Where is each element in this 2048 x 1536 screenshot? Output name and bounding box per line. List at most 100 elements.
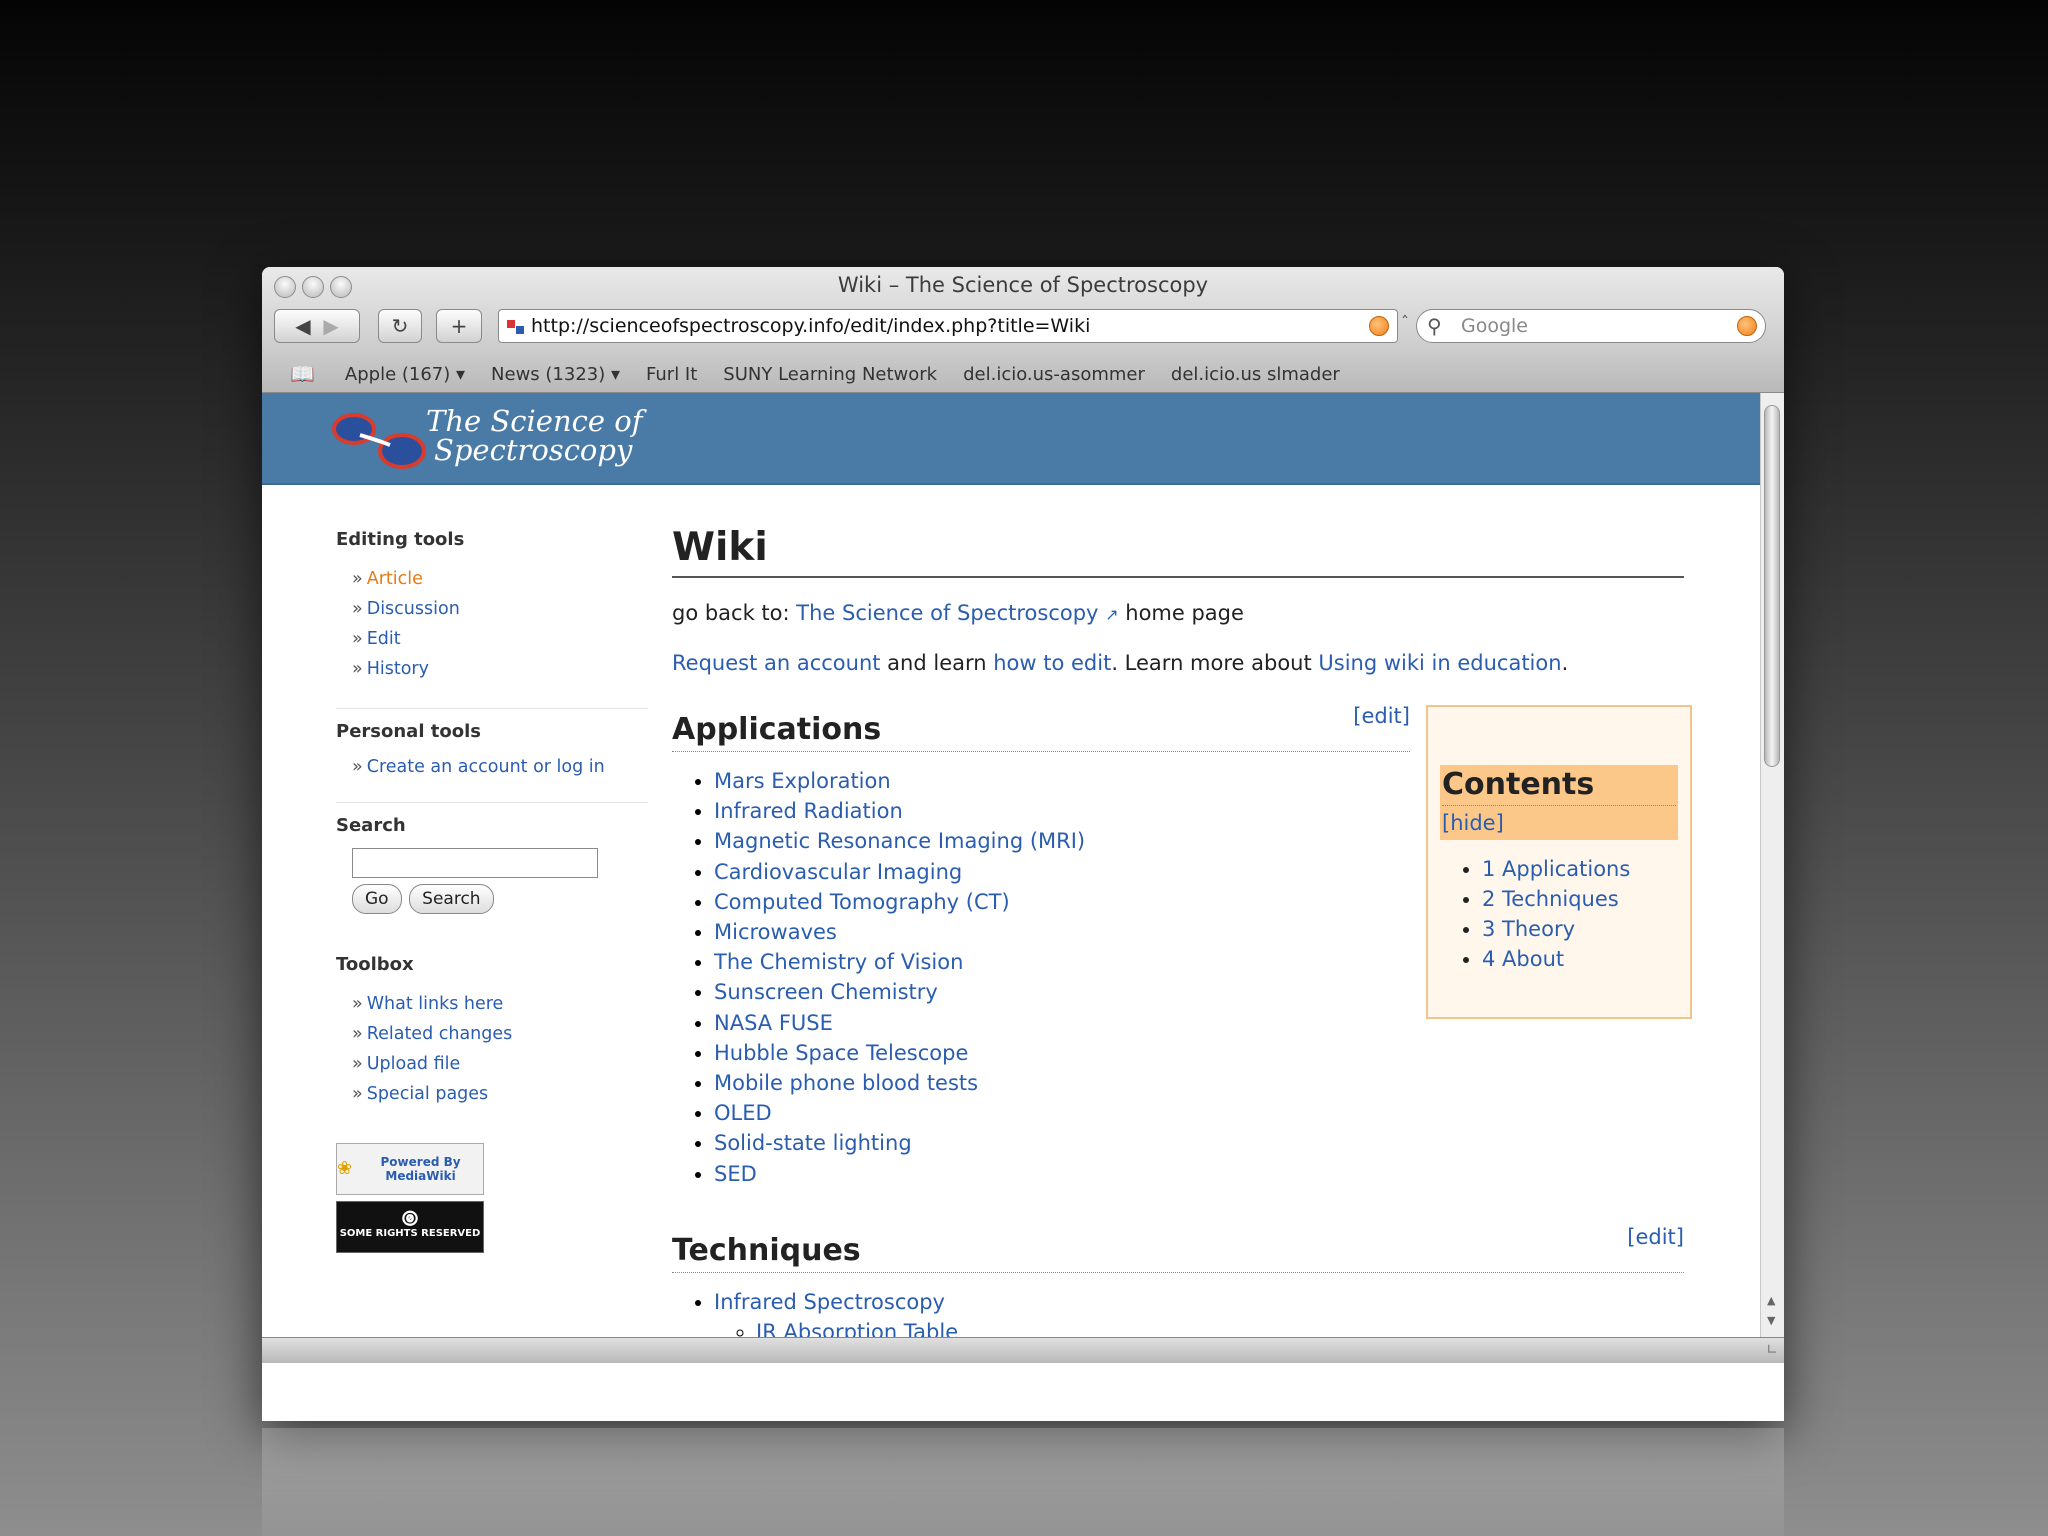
application-link[interactable]: Sunscreen Chemistry: [714, 980, 938, 1004]
search-field[interactable]: ⚲ Google: [1416, 309, 1766, 343]
application-link[interactable]: Mars Exploration: [714, 769, 891, 793]
bookmark-item[interactable]: News (1323) ▾: [491, 364, 620, 385]
section-title: Techniques: [672, 1232, 861, 1268]
edit-section-link[interactable]: [edit]: [1353, 704, 1410, 728]
url-text[interactable]: http://scienceofspectroscopy.info/edit/i…: [531, 315, 1090, 337]
application-link[interactable]: NASA FUSE: [714, 1011, 833, 1035]
scrollbar-thumb[interactable]: [1764, 405, 1780, 767]
sidebar-link[interactable]: Discussion: [367, 599, 460, 619]
bookmark-item[interactable]: del.icio.us slmader: [1171, 364, 1340, 385]
site-banner: The Science of Spectroscopy: [262, 393, 1760, 485]
toc-link[interactable]: 1 Applications: [1482, 857, 1630, 881]
sidebar-link[interactable]: Upload file: [367, 1054, 461, 1074]
go-button[interactable]: Go: [352, 884, 402, 914]
list-item[interactable]: IR Absorption Table: [756, 1317, 1684, 1337]
home-link[interactable]: The Science of Spectroscopy: [796, 601, 1098, 625]
application-link[interactable]: The Chemistry of Vision: [714, 950, 963, 974]
sidebar-item-discussion[interactable]: » Discussion: [352, 594, 648, 624]
list-item[interactable]: Infrared Spectroscopy IR Absorption Tabl…: [714, 1287, 1684, 1337]
scroll-up-arrow-icon[interactable]: ▲: [1767, 1294, 1775, 1307]
address-bar[interactable]: http://scienceofspectroscopy.info/edit/i…: [498, 309, 1398, 343]
application-link[interactable]: Magnetic Resonance Imaging (MRI): [714, 829, 1085, 853]
how-to-edit-link[interactable]: how to edit: [993, 651, 1111, 675]
sidebar-search-input[interactable]: [352, 848, 598, 878]
request-account-link[interactable]: Request an account: [672, 651, 881, 675]
bookmark-item[interactable]: del.icio.us-asommer: [963, 364, 1145, 385]
list-item[interactable]: Mobile phone blood tests: [714, 1068, 1684, 1098]
list-item[interactable]: SED: [714, 1159, 1684, 1189]
search-snapback-icon[interactable]: [1737, 316, 1757, 336]
technique-link[interactable]: IR Absorption Table: [756, 1320, 958, 1337]
sidebar-item-article[interactable]: » Article: [352, 564, 648, 594]
sidebar-item-upload-file[interactable]: » Upload file: [352, 1049, 648, 1079]
window-title: Wiki – The Science of Spectroscopy: [837, 273, 1209, 297]
window-reflection: [262, 1428, 1784, 1536]
plus-icon: +: [450, 314, 468, 338]
list-item[interactable]: Hubble Space Telescope: [714, 1038, 1684, 1068]
toc-item[interactable]: 1 Applications: [1482, 854, 1678, 884]
sidebar-item-edit[interactable]: » Edit: [352, 624, 648, 654]
application-link[interactable]: OLED: [714, 1101, 772, 1125]
go-back-prefix: go back to:: [672, 601, 797, 625]
toc-hide-line: [hide]: [1442, 806, 1676, 840]
forward-arrow-icon[interactable]: ▶: [323, 314, 338, 338]
bookmark-item[interactable]: Furl It: [646, 364, 697, 385]
reload-button[interactable]: ↻: [378, 309, 422, 343]
techniques-sublist: IR Absorption Table: [714, 1317, 1684, 1337]
application-link[interactable]: SED: [714, 1162, 757, 1186]
edit-section-link[interactable]: [edit]: [1627, 1225, 1684, 1249]
list-item[interactable]: Solid-state lighting: [714, 1128, 1684, 1158]
list-item[interactable]: OLED: [714, 1098, 1684, 1128]
toc-link[interactable]: 4 About: [1482, 947, 1564, 971]
toc-item[interactable]: 2 Techniques: [1482, 884, 1678, 914]
toc-link[interactable]: 3 Theory: [1482, 917, 1575, 941]
sidebar-link[interactable]: Edit: [367, 629, 401, 649]
bookmark-item[interactable]: SUNY Learning Network: [723, 364, 937, 385]
resize-grip-icon[interactable]: ∟: [1766, 1342, 1778, 1358]
sidebar-link[interactable]: What links here: [367, 994, 504, 1014]
sidebar-item-login[interactable]: » Create an account or log in: [352, 756, 608, 778]
sidebar-link[interactable]: Create an account or log in: [367, 757, 605, 777]
back-arrow-icon[interactable]: ◀: [295, 314, 310, 338]
sidebar-item-what-links-here[interactable]: » What links here: [352, 989, 648, 1019]
creative-commons-badge[interactable]: 🄍 SOME RIGHTS RESERVED: [336, 1201, 484, 1253]
vertical-scrollbar[interactable]: ▲ ▼: [1760, 393, 1784, 1337]
sidebar-item-history[interactable]: » History: [352, 654, 648, 684]
status-bar: ∟: [262, 1337, 1784, 1363]
search-button[interactable]: Search: [409, 884, 494, 914]
toc-link[interactable]: 2 Techniques: [1482, 887, 1619, 911]
sidebar-link[interactable]: Related changes: [367, 1024, 513, 1044]
sidebar-link[interactable]: Article: [367, 569, 423, 589]
site-logo-text[interactable]: The Science of Spectroscopy: [426, 407, 642, 465]
bookmarks-book-icon[interactable]: 📖: [290, 362, 315, 386]
rss-icon[interactable]: [1369, 316, 1389, 336]
powered-by-mediawiki-badge[interactable]: ❀ Powered By MediaWiki: [336, 1143, 484, 1195]
site-logo-icon[interactable]: [330, 405, 430, 475]
toc-item[interactable]: 3 Theory: [1482, 914, 1678, 944]
sidebar-item-special-pages[interactable]: » Special pages: [352, 1079, 648, 1109]
wiki-education-link[interactable]: Using wiki in education: [1318, 651, 1561, 675]
application-link[interactable]: Microwaves: [714, 920, 837, 944]
application-link[interactable]: Solid-state lighting: [714, 1131, 912, 1155]
toc-item[interactable]: 4 About: [1482, 944, 1678, 974]
article-body: Wiki go back to: The Science of Spectros…: [672, 525, 1692, 1337]
bookmark-item[interactable]: Apple (167) ▾: [345, 364, 465, 385]
back-forward-buttons[interactable]: ◀ ▶: [274, 309, 360, 343]
editing-tools-list: » Article » Discussion » Edit » History: [336, 550, 648, 708]
application-link[interactable]: Computed Tomography (CT): [714, 890, 1010, 914]
edit-link-text[interactable]: [edit]: [1353, 704, 1410, 728]
application-link[interactable]: Hubble Space Telescope: [714, 1041, 968, 1065]
toc-hide-link[interactable]: hide: [1450, 811, 1495, 835]
application-link[interactable]: Mobile phone blood tests: [714, 1071, 978, 1095]
sidebar-link[interactable]: Special pages: [367, 1084, 488, 1104]
scroll-down-arrow-icon[interactable]: ▼: [1767, 1314, 1775, 1327]
edit-link-text[interactable]: [edit]: [1627, 1225, 1684, 1249]
application-link[interactable]: Infrared Radiation: [714, 799, 903, 823]
add-bookmark-button[interactable]: +: [436, 309, 482, 343]
url-caret-icon: ˆ: [1401, 313, 1409, 332]
application-link[interactable]: Cardiovascular Imaging: [714, 860, 962, 884]
technique-link[interactable]: Infrared Spectroscopy: [714, 1290, 945, 1314]
browser-toolbar: Wiki – The Science of Spectroscopy ◀ ▶ ↻…: [262, 267, 1784, 393]
sidebar-item-related-changes[interactable]: » Related changes: [352, 1019, 648, 1049]
sidebar-link[interactable]: History: [367, 659, 429, 679]
